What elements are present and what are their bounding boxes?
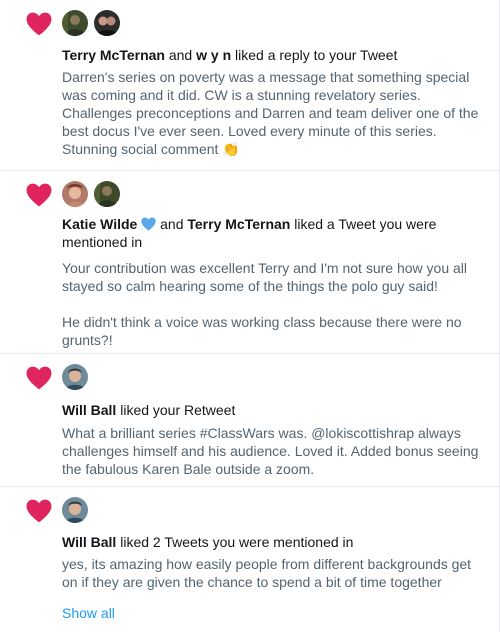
heart-icon xyxy=(26,183,52,207)
user-link[interactable]: Katie Wilde xyxy=(62,216,137,232)
notification-summary: Will Ball liked your Retweet xyxy=(62,402,236,418)
avatar[interactable] xyxy=(62,364,88,390)
notification-summary: Will Ball liked 2 Tweets you were mentio… xyxy=(62,534,354,550)
tweet-paragraph: He didn't think a voice was working clas… xyxy=(62,314,462,348)
show-all-link[interactable]: Show all xyxy=(62,605,115,621)
tweet-preview[interactable]: What a brilliant series #ClassWars was. … xyxy=(62,424,487,478)
notification-summary: Katie Wilde and Terry McTernan liked a T… xyxy=(62,216,437,250)
avatar[interactable] xyxy=(62,497,88,523)
notifications-feed: Terry McTernan and w y n liked a reply t… xyxy=(0,0,500,632)
tweet-paragraph: Your contribution was excellent Terry an… xyxy=(62,260,468,294)
clapping-hands-emoji: 👏 xyxy=(222,141,240,157)
user-link[interactable]: Terry McTernan xyxy=(187,216,290,232)
blue-heart-icon xyxy=(141,217,156,231)
heart-icon xyxy=(26,366,52,390)
tweet-preview[interactable]: yes, its amazing how easily people from … xyxy=(62,555,487,591)
notification-summary: Terry McTernan and w y n liked a reply t… xyxy=(62,47,398,63)
heart-icon xyxy=(26,499,52,523)
heart-icon xyxy=(26,12,52,36)
avatar[interactable] xyxy=(94,10,120,36)
avatar[interactable] xyxy=(62,10,88,36)
user-link[interactable]: w y n xyxy=(196,47,231,63)
avatar-group xyxy=(62,497,88,523)
notification-item[interactable]: Will Ball liked 2 Tweets you were mentio… xyxy=(0,487,499,632)
notification-item[interactable]: Katie Wilde and Terry McTernan liked a T… xyxy=(0,171,499,354)
notification-item[interactable]: Will Ball liked your Retweet What a bril… xyxy=(0,354,499,487)
avatar-group xyxy=(62,364,88,390)
avatar[interactable] xyxy=(94,181,120,207)
tweet-preview[interactable]: Darren's series on poverty was a message… xyxy=(62,68,487,158)
tweet-preview[interactable]: Your contribution was excellent Terry an… xyxy=(62,259,487,349)
user-link[interactable]: Terry McTernan xyxy=(62,47,165,63)
notification-item[interactable]: Terry McTernan and w y n liked a reply t… xyxy=(0,0,499,171)
avatar-group xyxy=(62,181,120,207)
user-link[interactable]: Will Ball xyxy=(62,534,116,550)
user-link[interactable]: Will Ball xyxy=(62,402,116,418)
avatar[interactable] xyxy=(62,181,88,207)
avatar-group xyxy=(62,10,120,36)
